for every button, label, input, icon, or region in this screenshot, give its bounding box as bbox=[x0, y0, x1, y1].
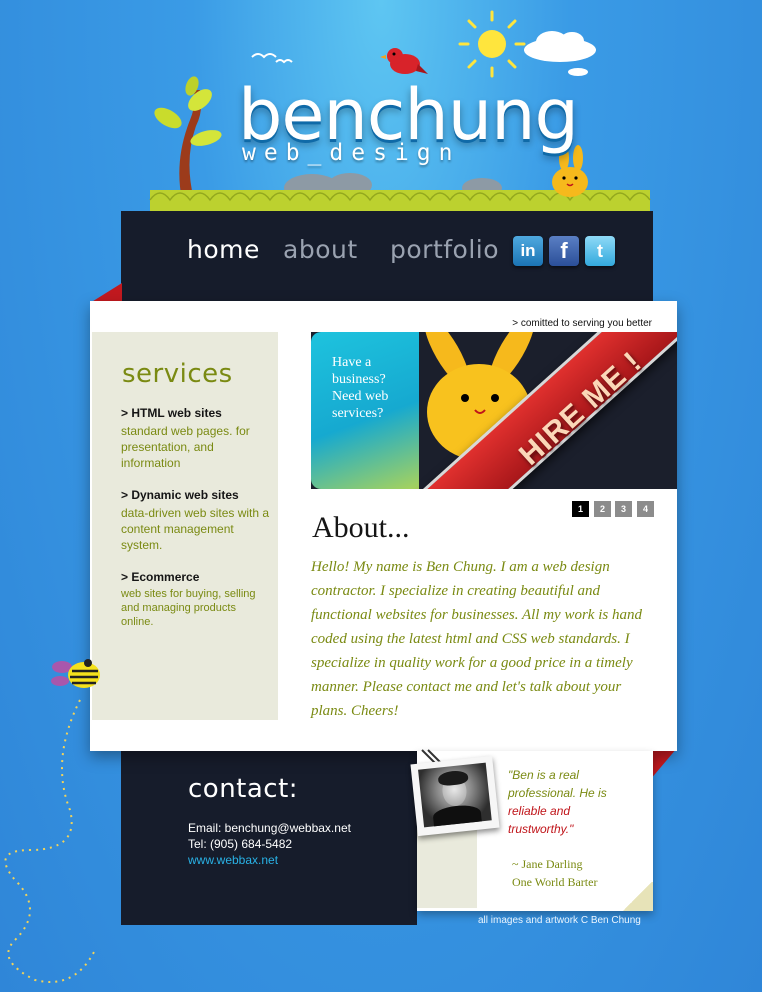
ribbon-right bbox=[650, 748, 677, 780]
slider-page-4[interactable]: 4 bbox=[637, 501, 654, 517]
twitter-icon[interactable]: t bbox=[585, 236, 615, 266]
nav-about[interactable]: about bbox=[283, 232, 358, 268]
testimonial-quote: "Ben is a real professional. He is relia… bbox=[508, 766, 638, 838]
logo-subtitle: web_design bbox=[242, 140, 461, 166]
quote-text: "Ben is a real professional. He is bbox=[508, 768, 607, 800]
testimonial-author-block: ~ Jane Darling One World Barter bbox=[512, 855, 597, 891]
red-bird-icon bbox=[380, 48, 428, 74]
banner-question: Have a business? Need web services? bbox=[332, 355, 389, 421]
service-heading-dynamic[interactable]: > Dynamic web sites bbox=[121, 488, 239, 502]
services-title: services bbox=[122, 359, 233, 389]
linkedin-icon[interactable]: in bbox=[513, 236, 543, 266]
page-curl bbox=[622, 882, 653, 911]
cloud-icon bbox=[524, 31, 596, 76]
ribbon-left bbox=[90, 283, 122, 303]
quote-highlight: reliable and trustworthy." bbox=[508, 804, 574, 836]
contact-email[interactable]: Email: benchung@webbax.net bbox=[188, 821, 351, 835]
slider-page-2[interactable]: 2 bbox=[594, 501, 611, 517]
facebook-icon[interactable]: f bbox=[549, 236, 579, 266]
contact-website-link[interactable]: www.webbax.net bbox=[188, 853, 278, 867]
banner-question-panel: Have a business? Need web services? bbox=[311, 332, 419, 489]
about-title: About... bbox=[312, 511, 410, 544]
service-desc-dynamic: data-driven web sites with a content man… bbox=[121, 506, 270, 552]
service-heading-html[interactable]: > HTML web sites bbox=[121, 406, 222, 420]
bee-trail bbox=[4, 699, 96, 983]
hire-me-banner[interactable]: Have a business? Need web services? HIRE… bbox=[311, 332, 677, 489]
services-sidebar: services > HTML web sites standard web p… bbox=[92, 332, 278, 720]
nav-home[interactable]: home bbox=[187, 232, 260, 268]
service-desc-ecommerce: web sites for buying, selling and managi… bbox=[121, 588, 256, 628]
contact-phone: Tel: (905) 684-5482 bbox=[188, 837, 293, 851]
service-desc-html: standard web pages. for presentation, an… bbox=[121, 424, 250, 470]
slider-page-1[interactable]: 1 bbox=[572, 501, 589, 517]
testimonial-company: One World Barter bbox=[512, 875, 598, 889]
bee-icon bbox=[51, 659, 100, 688]
testimonial-author: ~ Jane Darling bbox=[512, 857, 583, 871]
slider-page-3[interactable]: 3 bbox=[615, 501, 632, 517]
about-text: Hello! My name is Ben Chung. I am a web … bbox=[311, 559, 642, 719]
tagline: > comitted to serving you better bbox=[512, 318, 652, 329]
service-heading-ecommerce[interactable]: > Ecommerce bbox=[121, 570, 199, 584]
main-card: > comitted to serving you better service… bbox=[90, 301, 677, 751]
nav-portfolio[interactable]: portfolio bbox=[390, 232, 499, 268]
contact-title: contact: bbox=[188, 774, 299, 804]
tree-icon bbox=[154, 76, 222, 200]
sun-icon bbox=[458, 10, 526, 78]
birds-icon bbox=[251, 53, 293, 64]
testimonial-photo bbox=[410, 755, 500, 837]
copyright-text: all images and artwork C Ben Chung bbox=[478, 915, 641, 926]
